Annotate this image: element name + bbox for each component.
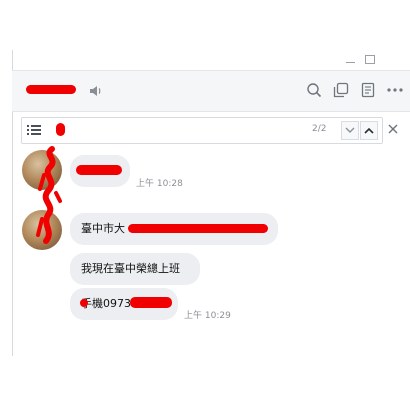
message-bubble[interactable]	[70, 155, 130, 187]
chevron-down-icon	[345, 127, 355, 133]
message-timestamp: 上午 10:29	[184, 311, 231, 321]
search-bar: 2/2	[21, 117, 383, 144]
minimize-icon[interactable]	[346, 56, 355, 63]
notes-icon[interactable]	[360, 82, 376, 98]
contact-name: ████	[26, 83, 76, 97]
message-bubble[interactable]: 臺中市大	[70, 213, 278, 245]
message-bubble[interactable]: 我現在臺中榮總上班	[70, 253, 200, 285]
window-controls	[346, 52, 406, 66]
redaction-mark	[130, 297, 172, 308]
search-result-count: 2/2	[312, 124, 327, 134]
message-timestamp: 上午 10:28	[136, 179, 183, 189]
close-icon[interactable]	[387, 122, 399, 136]
search-prev-result-button[interactable]	[360, 121, 378, 140]
chevron-up-icon	[364, 127, 374, 134]
speaker-icon[interactable]	[88, 84, 104, 98]
message-bubble[interactable]: 手機0973	[70, 288, 178, 320]
message-text: 臺中市大	[81, 222, 125, 235]
redaction-mark	[80, 299, 88, 307]
copy-window-icon[interactable]	[333, 82, 349, 98]
maximize-icon[interactable]	[365, 54, 375, 64]
chat-header: ████	[12, 70, 410, 112]
redaction-mark	[26, 85, 76, 94]
message-text: 手機0973	[81, 297, 131, 310]
redaction-mark	[56, 123, 65, 136]
redaction-mark	[128, 224, 268, 233]
redaction-mark	[76, 165, 122, 175]
search-next-result-button[interactable]	[341, 121, 359, 140]
search-icon[interactable]	[306, 82, 322, 98]
more-icon[interactable]	[386, 82, 408, 98]
search-input[interactable]	[50, 121, 300, 139]
message-text: 我現在臺中榮總上班	[81, 262, 180, 275]
list-icon[interactable]	[27, 124, 41, 136]
redaction-mark	[36, 146, 62, 244]
